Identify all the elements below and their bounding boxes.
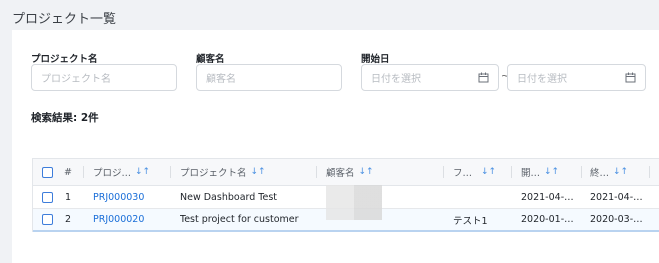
start-date-cell: 2020-01-…: [521, 214, 574, 225]
search-result-count: 検索結果: 2件: [31, 112, 99, 124]
column-header-project-name[interactable]: プロジェクト名 ↓↑: [180, 159, 266, 185]
start-date-to-placeholder: 日付を選択: [517, 74, 567, 85]
project-name-label: プロジェクト名: [31, 54, 98, 65]
row-index: 1: [65, 191, 72, 203]
column-header-end[interactable]: 終… ↓↑: [590, 159, 628, 185]
column-header-f-label: フ…: [453, 168, 473, 179]
project-code-link[interactable]: PRJ000020: [93, 209, 144, 230]
calendar-icon[interactable]: [625, 72, 636, 83]
column-header-project-code-label: プロジ…: [93, 168, 132, 179]
search-panel: プロジェクト名 プロジェクト名 顧客名 顧客名 開始日 日付を選択 ~ 日付を選…: [12, 30, 659, 142]
select-all-checkbox[interactable]: [42, 166, 53, 178]
column-header-project-code[interactable]: プロジ… ↓↑: [93, 159, 150, 185]
client-name-input[interactable]: 顧客名: [196, 64, 342, 91]
start-date-from-placeholder: 日付を選択: [371, 74, 421, 85]
start-date-label: 開始日: [361, 54, 390, 65]
end-date-cell: 2020-03-…: [590, 214, 643, 225]
row-index: 2: [65, 214, 72, 225]
project-code-link[interactable]: PRJ000030: [93, 186, 144, 208]
calendar-icon[interactable]: [478, 72, 489, 83]
project-name-placeholder: プロジェクト名: [41, 74, 111, 85]
results-table-panel: # プロジ…↓↑ プロジェクト名↓↑ 顧客名↓↑ フ…↓↑ 開…↓↑: [12, 142, 659, 263]
column-header-index: #: [64, 166, 72, 178]
row-checkbox[interactable]: [42, 214, 53, 225]
sort-icon[interactable]: ↓↑: [544, 167, 559, 177]
row-checkbox[interactable]: [42, 191, 53, 203]
column-header-client-name-label: 顧客名: [326, 168, 355, 179]
project-name-cell: Test project for customer: [180, 214, 299, 225]
sort-icon[interactable]: ↓↑: [135, 167, 150, 177]
start-date-cell: 2021-04-…: [521, 191, 574, 203]
page-title: プロジェクト一覧: [12, 12, 117, 27]
project-name-cell: New Dashboard Test: [180, 191, 278, 203]
column-header-start-label: 開…: [521, 168, 541, 179]
redacted-client-block: [326, 185, 382, 220]
sort-icon[interactable]: ↓↑: [613, 167, 628, 177]
client-name-label: 顧客名: [196, 54, 225, 65]
column-header-client-name[interactable]: 顧客名 ↓↑: [326, 159, 374, 185]
client-name-placeholder: 顧客名: [206, 74, 236, 85]
table-header-row: # プロジ…↓↑ プロジェクト名↓↑ 顧客名↓↑ フ…↓↑ 開…↓↑: [33, 159, 659, 186]
sort-icon[interactable]: ↓↑: [251, 167, 266, 177]
project-name-input[interactable]: プロジェクト名: [31, 64, 177, 91]
start-date-from-input[interactable]: 日付を選択: [361, 64, 499, 91]
sort-icon[interactable]: ↓↑: [359, 167, 374, 177]
column-header-start[interactable]: 開… ↓↑: [521, 159, 559, 185]
column-header-project-name-label: プロジェクト名: [180, 168, 247, 179]
end-date-cell: 2021-04-…: [590, 191, 643, 203]
f-cell: テスト1: [453, 215, 488, 227]
start-date-to-input[interactable]: 日付を選択: [507, 64, 646, 91]
sort-icon[interactable]: ↓↑: [481, 167, 496, 177]
column-header-end-label: 終…: [590, 168, 610, 179]
column-header-f[interactable]: フ… ↓↑: [453, 159, 496, 185]
